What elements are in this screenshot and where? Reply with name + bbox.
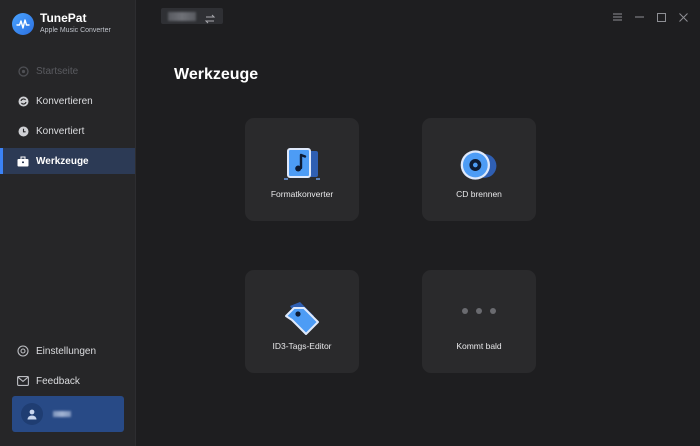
sidebar-item-feedback[interactable]: Feedback — [0, 368, 135, 394]
menu-icon — [612, 13, 622, 21]
swap-icon — [204, 11, 216, 24]
tool-id3-tags-editor[interactable]: ID3-Tags-Editor — [245, 270, 359, 373]
close-icon — [678, 12, 688, 22]
window-controls — [604, 10, 692, 24]
sidebar-item-label: Konvertieren — [36, 95, 93, 107]
music-file-icon — [280, 143, 324, 187]
tool-formatkonverter[interactable]: Formatkonverter — [245, 118, 359, 221]
tool-label: Kommt bald — [456, 341, 502, 351]
app-window: TunePat Apple Music Converter Startseite… — [0, 0, 700, 446]
user-account-card[interactable] — [12, 396, 124, 432]
sidebar-item-startseite[interactable]: Startseite — [0, 58, 135, 84]
avatar-icon — [21, 403, 43, 425]
convert-icon — [17, 95, 29, 107]
sidebar-bottom-nav: Einstellungen Feedback — [0, 338, 135, 398]
app-subtitle: Apple Music Converter — [40, 27, 111, 34]
more-dots-icon — [458, 308, 500, 314]
source-name-blurred — [168, 11, 196, 21]
sidebar-item-label: Startseite — [36, 65, 79, 77]
brand: TunePat Apple Music Converter — [12, 12, 111, 35]
sidebar-item-label: Feedback — [36, 375, 80, 387]
cd-icon — [457, 143, 501, 187]
tool-label: CD brennen — [456, 189, 502, 199]
close-button[interactable] — [674, 10, 692, 24]
sidebar: TunePat Apple Music Converter Startseite… — [0, 0, 136, 446]
clock-icon — [17, 125, 29, 137]
sidebar-item-konvertieren[interactable]: Konvertieren — [0, 88, 135, 114]
page-title: Werkzeuge — [174, 66, 259, 83]
user-name-blurred — [53, 411, 71, 417]
minimize-icon — [634, 16, 644, 18]
sidebar-item-label: Einstellungen — [36, 345, 97, 357]
sidebar-nav: Startseite Konvertieren Konvertiert Werk… — [0, 58, 135, 178]
sidebar-item-konvertiert[interactable]: Konvertiert — [0, 118, 135, 144]
source-switcher[interactable] — [161, 8, 223, 24]
menu-button[interactable] — [608, 10, 626, 24]
maximize-icon — [656, 12, 666, 22]
maximize-button[interactable] — [652, 10, 670, 24]
home-icon — [17, 65, 29, 77]
gear-icon — [17, 345, 29, 357]
sidebar-item-label: Werkzeuge — [36, 155, 89, 167]
minimize-button[interactable] — [630, 10, 648, 24]
tool-kommt-bald: Kommt bald — [422, 270, 536, 373]
tag-icon — [280, 295, 324, 339]
toolbox-icon — [17, 155, 29, 167]
sidebar-item-einstellungen[interactable]: Einstellungen — [0, 338, 135, 364]
sidebar-item-werkzeuge[interactable]: Werkzeuge — [0, 148, 135, 174]
tool-cd-brennen[interactable]: CD brennen — [422, 118, 536, 221]
tool-label: Formatkonverter — [270, 189, 334, 199]
sidebar-item-label: Konvertiert — [36, 125, 85, 137]
tunepat-logo-icon — [12, 12, 34, 35]
mail-icon — [17, 375, 29, 387]
app-name: TunePat — [40, 11, 87, 25]
tool-label: ID3-Tags-Editor — [272, 341, 332, 351]
